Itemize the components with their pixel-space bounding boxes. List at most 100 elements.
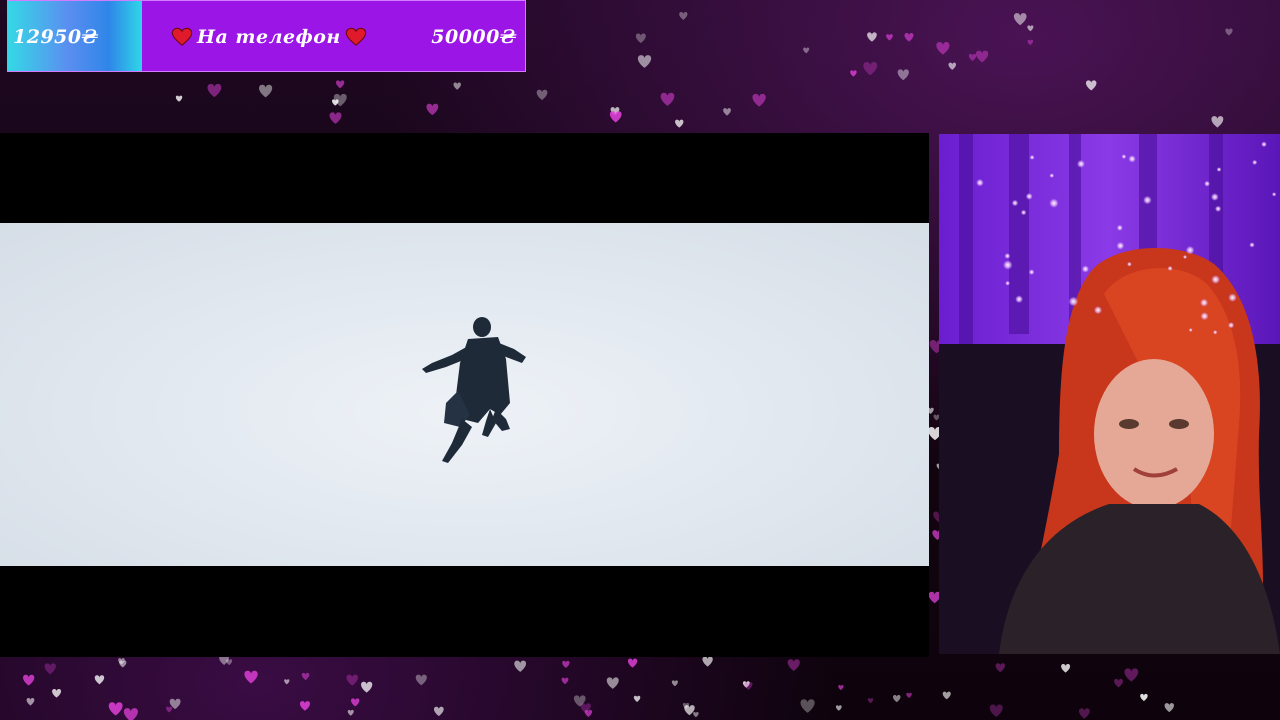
fairy-light: [1212, 330, 1218, 335]
donation-goal-title: На телефон: [171, 1, 367, 71]
pink-heart-icon: [207, 83, 222, 98]
pink-heart-icon: [702, 656, 713, 667]
stream-overlay: 12950₴ На телефон 50000₴: [0, 0, 1280, 720]
fairy-light: [1121, 154, 1127, 159]
pink-heart-icon: [838, 685, 844, 691]
fairy-light: [1249, 242, 1255, 248]
pink-heart-icon: [573, 695, 586, 707]
pink-heart-icon: [44, 663, 56, 675]
pink-heart-icon: [169, 698, 181, 710]
pink-heart-icon: [1225, 28, 1233, 36]
pink-heart-icon: [679, 12, 688, 20]
fairy-light: [1182, 254, 1188, 260]
pink-heart-icon: [333, 93, 347, 107]
fairy-light: [1261, 141, 1267, 148]
fairy-light: [1011, 199, 1019, 207]
fairy-light: [1185, 245, 1195, 255]
pink-heart-icon: [787, 659, 800, 671]
fairy-light: [1127, 261, 1132, 267]
pink-heart-icon: [904, 32, 914, 42]
fairy-light: [1204, 180, 1211, 187]
falling-figure-image: [422, 317, 526, 463]
donation-goal-bar: 12950₴ На телефон 50000₴: [7, 0, 526, 72]
pink-heart-icon: [1027, 39, 1034, 46]
pink-heart-icon: [675, 119, 684, 128]
fairy-light: [1167, 265, 1173, 271]
pink-heart-icon: [219, 655, 229, 665]
pink-heart-icon: [989, 704, 1003, 717]
pink-heart-icon: [1164, 703, 1174, 713]
pink-heart-icon: [627, 658, 638, 668]
video-frame-scene: [0, 223, 929, 566]
pink-heart-icon: [1079, 708, 1090, 719]
pink-heart-icon: [693, 711, 699, 718]
red-heart-icon: [171, 27, 193, 46]
pink-heart-icon: [1114, 678, 1123, 688]
pink-heart-icon: [351, 698, 360, 707]
fairy-light: [1093, 305, 1103, 315]
pink-heart-icon: [562, 660, 570, 668]
pink-heart-icon: [948, 62, 957, 70]
fairy-light: [1143, 195, 1152, 205]
fairy-light: [1214, 205, 1222, 212]
fairy-light: [1025, 192, 1033, 200]
fairy-light: [1271, 192, 1277, 197]
pink-heart-icon: [610, 107, 620, 116]
video-player[interactable]: [0, 133, 929, 657]
fairy-light: [1029, 154, 1035, 160]
fairy-light: [1200, 312, 1209, 321]
pink-heart-icon: [332, 99, 339, 106]
fairy-light: [1199, 298, 1209, 307]
fairy-light: [1188, 328, 1193, 332]
pink-heart-icon: [226, 659, 233, 666]
pink-heart-icon: [671, 680, 678, 687]
pink-heart-icon: [1211, 116, 1224, 128]
webcam-feed: [939, 134, 1280, 654]
fairy-light: [1049, 173, 1055, 178]
pink-heart-icon: [118, 658, 125, 665]
fairy-light: [1002, 260, 1013, 270]
pink-heart-icon: [1027, 25, 1034, 32]
pink-heart-icon: [682, 702, 690, 709]
fairy-light: [1004, 253, 1011, 259]
fairy-light: [1068, 296, 1079, 307]
pink-heart-icon: [867, 698, 874, 704]
pink-heart-icon: [244, 670, 258, 684]
fairy-light: [1228, 293, 1237, 302]
pink-heart-icon: [635, 33, 646, 44]
pink-heart-icon: [800, 699, 815, 713]
pink-heart-icon: [301, 672, 310, 681]
pink-heart-icon: [1013, 13, 1027, 26]
pink-heart-icon: [536, 89, 548, 101]
pink-heart-icon: [1124, 668, 1139, 682]
pink-heart-icon: [660, 92, 675, 106]
donation-goal-title-text: На телефон: [197, 26, 341, 48]
red-heart-icon: [345, 27, 366, 46]
pink-heart-icon: [744, 682, 753, 690]
pink-heart-icon: [108, 702, 123, 716]
pink-heart-icon: [637, 55, 652, 68]
pink-heart-icon: [609, 111, 622, 123]
pink-heart-icon: [26, 698, 35, 706]
pink-heart-icon: [453, 82, 461, 90]
pink-heart-icon: [867, 32, 877, 42]
donation-current-amount: 12950₴: [13, 26, 99, 48]
pink-heart-icon: [433, 706, 444, 717]
fairy-light: [1210, 193, 1219, 201]
pink-heart-icon: [995, 663, 1005, 673]
pink-heart-icon: [863, 61, 878, 76]
pink-heart-icon: [1061, 663, 1071, 673]
streamer-webcam-image: [939, 134, 1280, 654]
pink-heart-icon: [968, 53, 977, 61]
pink-heart-icon: [23, 674, 35, 686]
pink-heart-icon: [580, 703, 591, 714]
pink-heart-icon: [514, 660, 527, 672]
pink-heart-icon: [606, 677, 619, 689]
pink-heart-icon: [284, 679, 290, 685]
fairy-light: [1015, 295, 1024, 304]
pink-heart-icon: [752, 93, 766, 107]
fairy-light: [976, 178, 984, 187]
pink-heart-icon: [561, 677, 569, 685]
pink-heart-icon: [119, 660, 127, 668]
pink-heart-icon: [346, 674, 359, 686]
